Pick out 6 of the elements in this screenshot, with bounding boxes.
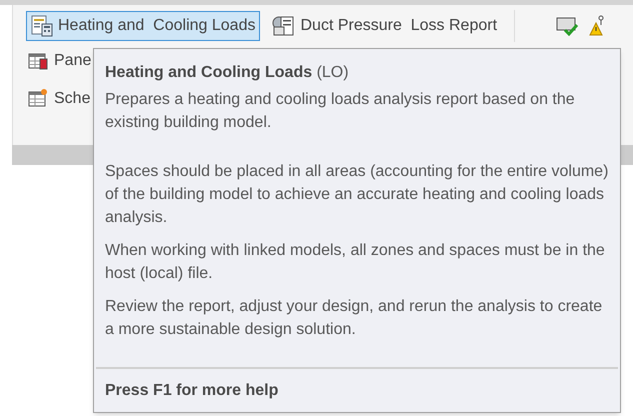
tooltip-title: Heating and Cooling Loads (LO) — [105, 63, 350, 83]
tooltip-paragraph: Spaces should be placed in all areas (accounting for the entire volume) of the building model to achieve an accurate heating and cooling loads analysis. — [105, 162, 610, 228]
tooltip-description: Prepares a heating and cooling loads analysis report based on the existing building model. — [105, 90, 576, 133]
tooltip-paragraph: Review the report, adjust your design, and rerun the analysis to create a more sustainable design solution. — [105, 297, 604, 340]
help-hint: Press F1 for more help — [105, 381, 280, 401]
tooltip-paragraph: When working with linked models, all zones and spaces must be in the host (local) file. — [105, 241, 606, 284]
